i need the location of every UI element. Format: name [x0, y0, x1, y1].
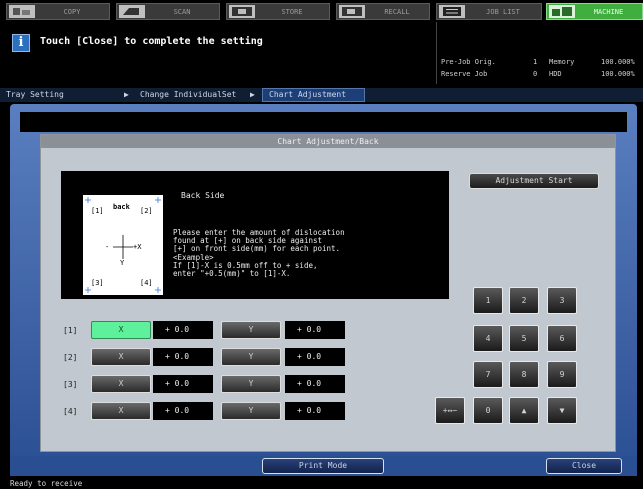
adjustment-start-button[interactable]: Adjustment Start	[469, 173, 599, 189]
diagram-minus-label: -	[105, 243, 110, 251]
memory-value: 100.000%	[601, 58, 635, 66]
point-3-y-button[interactable]: Y	[221, 375, 281, 393]
point-1-x-button[interactable]: X	[91, 321, 151, 339]
receive-status-text: Ready to receive	[10, 479, 83, 488]
keypad-9-button[interactable]: 9	[547, 361, 577, 388]
point-3-x-button[interactable]: X	[91, 375, 151, 393]
pre-job-value: 1	[533, 58, 538, 66]
keypad-down-arrow-icon[interactable]: ▼	[547, 397, 577, 424]
memory-label: Memory	[549, 58, 575, 66]
breadcrumb: Tray Setting ▶ Change IndividualSet ▶ Ch…	[0, 88, 643, 102]
breadcrumb-current: Chart Adjustment	[262, 88, 366, 102]
point-2-x-button[interactable]: X	[91, 348, 151, 366]
instruction-panel: [1] back [2] - +X Y [3] [4] Back Side Pl…	[61, 171, 449, 299]
diagram-point-3: [3]	[91, 279, 104, 287]
point-label: [4]	[63, 407, 78, 416]
breadcrumb-change-individualset[interactable]: Change IndividualSet	[140, 90, 236, 99]
tab-job-list[interactable]: JOB LIST	[436, 3, 542, 20]
keypad-2-button[interactable]: 2	[509, 287, 539, 314]
breadcrumb-arrow-icon: ▶	[124, 90, 129, 99]
breadcrumb-tray-setting[interactable]: Tray Setting	[6, 90, 64, 99]
hdd-label: HDD	[549, 70, 562, 78]
point-label: [3]	[63, 380, 78, 389]
point-2-y-value: + 0.0	[285, 348, 345, 366]
job-status-panel: Pre-Job Orig. 1 Memory 100.000% Reserve …	[436, 22, 643, 84]
keypad-4-button[interactable]: 4	[473, 325, 503, 352]
keypad-0-button[interactable]: 0	[473, 397, 503, 424]
keypad-6-button[interactable]: 6	[547, 325, 577, 352]
tab-copy[interactable]: COPY	[6, 3, 110, 20]
point-2-y-button[interactable]: Y	[221, 348, 281, 366]
reserve-job-label: Reserve Job	[441, 70, 488, 78]
diagram-plus-x-label: +X	[133, 243, 142, 251]
point-4-x-value: + 0.0	[153, 402, 213, 420]
panel-header-strip	[20, 112, 627, 132]
point-label: [2]	[63, 353, 78, 362]
point-3-x-value: + 0.0	[153, 375, 213, 393]
machine-icon	[549, 5, 575, 18]
hdd-value: 100.000%	[601, 70, 635, 78]
point-2-x-value: + 0.0	[153, 348, 213, 366]
reserve-job-value: 0	[533, 70, 538, 78]
diagram-point-2: [2]	[140, 207, 153, 215]
diagram-back-label: back	[113, 203, 130, 211]
recall-icon	[339, 5, 365, 18]
dialog-title: Chart Adjustment/Back	[41, 135, 615, 148]
scan-icon	[119, 5, 145, 18]
diagram-y-label: Y	[120, 259, 125, 267]
keypad-sign-toggle-button[interactable]: +↔−	[435, 397, 465, 424]
diagram-point-4: [4]	[140, 279, 153, 287]
top-tab-bar: COPY SCAN STORE RECALL JOB LIST MACHINE	[0, 0, 643, 22]
point-3-y-value: + 0.0	[285, 375, 345, 393]
position-diagram: [1] back [2] - +X Y [3] [4]	[83, 195, 163, 295]
copy-icon	[9, 5, 35, 18]
tab-scan[interactable]: SCAN	[116, 3, 220, 20]
tab-machine[interactable]: MACHINE	[546, 3, 643, 20]
keypad-8-button[interactable]: 8	[509, 361, 539, 388]
tab-recall[interactable]: RECALL	[336, 3, 430, 20]
instruction-title: Back Side	[181, 191, 225, 200]
pre-job-label: Pre-Job Orig.	[441, 58, 496, 66]
point-1-x-value: + 0.0	[153, 321, 213, 339]
keypad-3-button[interactable]: 3	[547, 287, 577, 314]
breadcrumb-arrow-icon: ▶	[250, 90, 255, 99]
message-area: i Touch [Close] to complete the setting	[10, 22, 430, 70]
job-list-icon	[439, 5, 465, 18]
point-4-y-value: + 0.0	[285, 402, 345, 420]
point-1-y-value: + 0.0	[285, 321, 345, 339]
store-icon	[229, 5, 255, 18]
status-footer: Ready to receive	[0, 478, 643, 489]
point-4-x-button[interactable]: X	[91, 402, 151, 420]
keypad-7-button[interactable]: 7	[473, 361, 503, 388]
point-4-y-button[interactable]: Y	[221, 402, 281, 420]
diagram-point-1: [1]	[91, 207, 104, 215]
keypad-1-button[interactable]: 1	[473, 287, 503, 314]
print-mode-button[interactable]: Print Mode	[262, 458, 384, 474]
chart-adjustment-dialog: Chart Adjustment/Back [1] back [2] - +X	[40, 134, 616, 452]
info-icon: i	[12, 34, 30, 52]
instruction-text: Please enter the amount of dislocation f…	[173, 228, 345, 279]
keypad-up-arrow-icon[interactable]: ▲	[509, 397, 539, 424]
point-label: [1]	[63, 326, 78, 335]
close-button[interactable]: Close	[546, 458, 622, 474]
tab-store[interactable]: STORE	[226, 3, 330, 20]
message-text: Touch [Close] to complete the setting	[40, 36, 263, 47]
point-1-y-button[interactable]: Y	[221, 321, 281, 339]
keypad-5-button[interactable]: 5	[509, 325, 539, 352]
